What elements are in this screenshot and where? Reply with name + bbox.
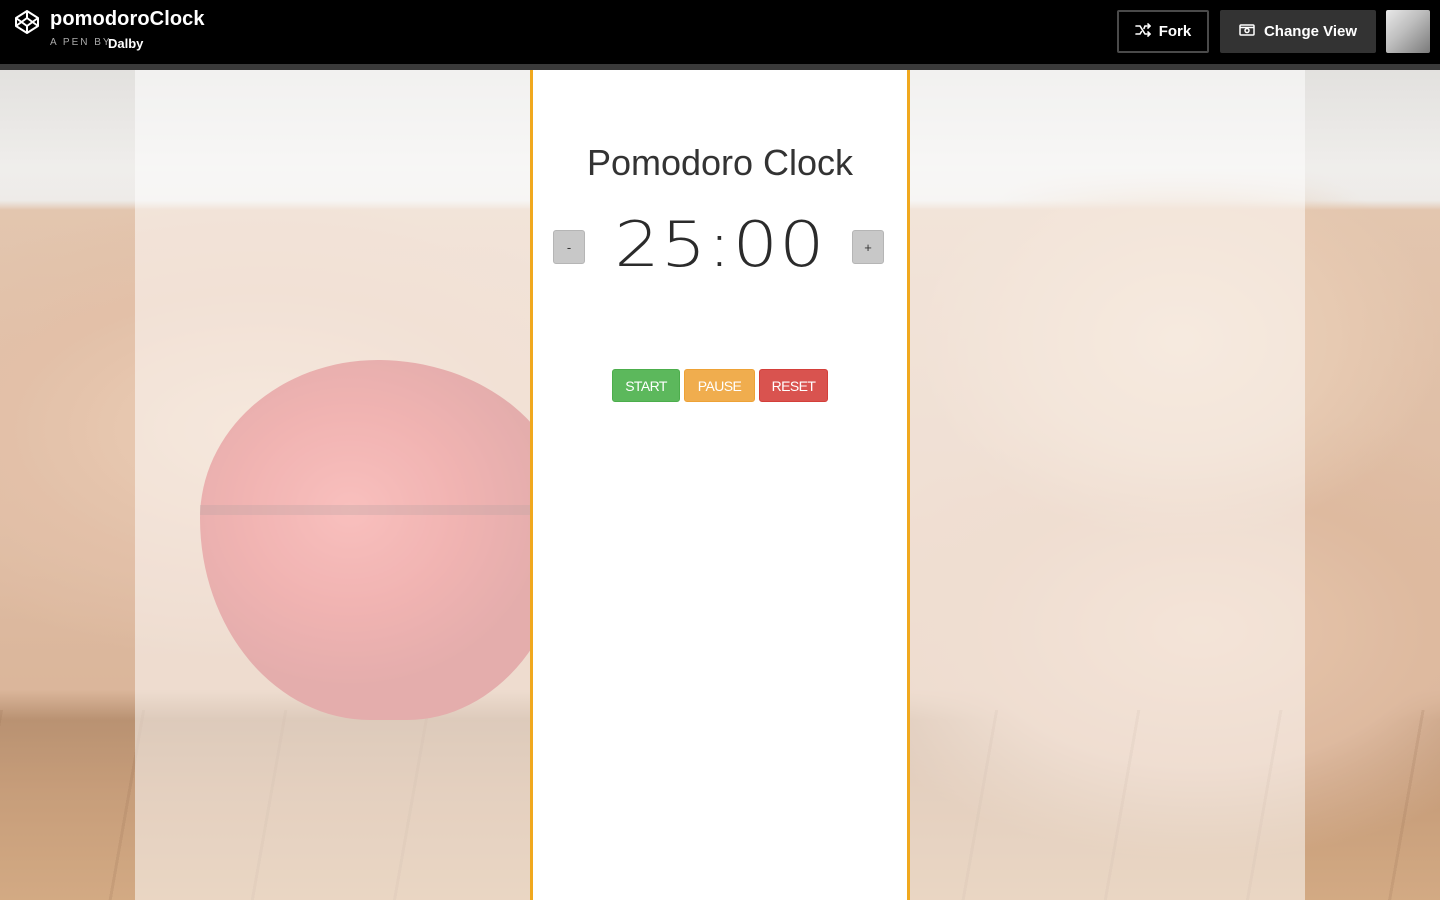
user-avatar[interactable]	[1386, 10, 1430, 53]
page-title: Pomodoro Clock	[586, 142, 854, 184]
reset-button[interactable]: RESET	[759, 369, 828, 402]
fork-button[interactable]: Fork	[1117, 10, 1209, 53]
pause-button[interactable]: PAUSE	[684, 369, 755, 402]
pen-author-link[interactable]: Dalby	[108, 36, 143, 51]
change-view-button[interactable]: Change View	[1220, 10, 1376, 53]
fork-icon	[1134, 22, 1151, 41]
start-button[interactable]: START	[612, 369, 680, 402]
pen-title[interactable]: pomodoroClock	[50, 8, 205, 31]
pomodoro-panel: Pomodoro Clock - 25:00 + START PAUSE RES…	[530, 70, 910, 900]
fork-button-label: Fork	[1158, 23, 1192, 40]
increase-time-button[interactable]: +	[852, 230, 884, 264]
pen-byline: A PEN BY	[50, 37, 112, 48]
change-view-icon	[1239, 23, 1255, 40]
codepen-logo-icon[interactable]	[14, 9, 40, 35]
change-view-button-label: Change View	[1263, 23, 1358, 40]
timer-controls: START PAUSE RESET	[533, 369, 907, 402]
timer-display: 25:00	[614, 208, 826, 281]
codepen-header: pomodoroClock A PEN BY Dalby Fork Change…	[0, 0, 1440, 70]
